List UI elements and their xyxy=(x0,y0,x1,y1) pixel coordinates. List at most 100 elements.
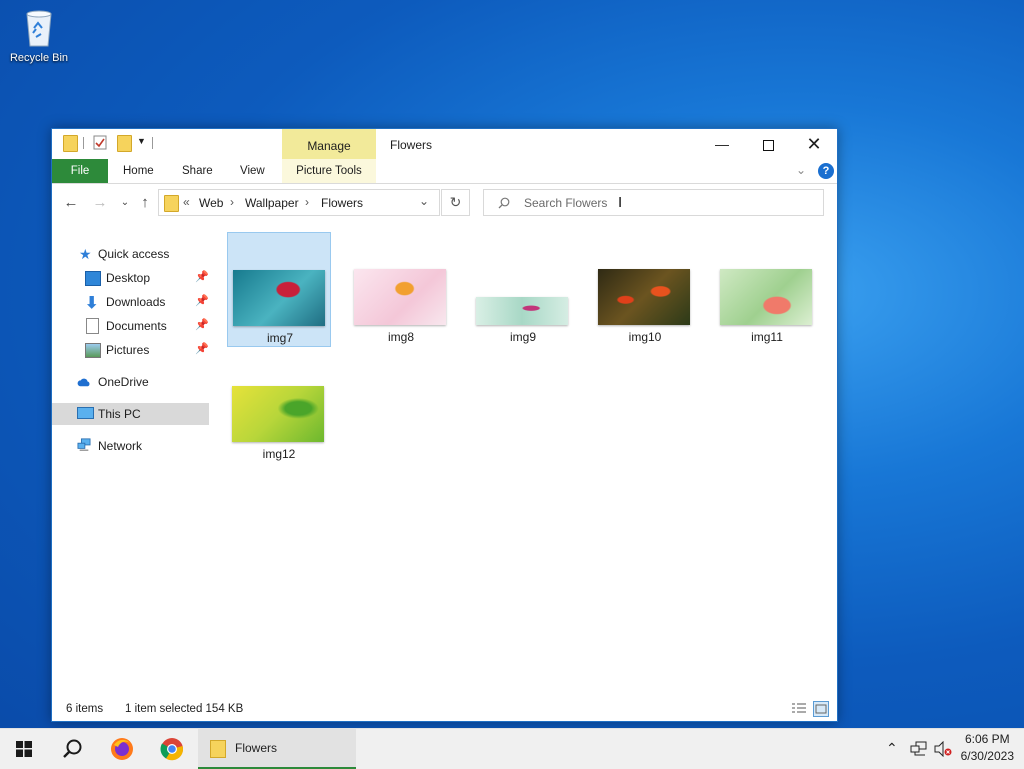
breadcrumb-flowers[interactable]: Flowers xyxy=(321,196,363,210)
window-title: Flowers xyxy=(390,138,433,152)
ribbon: File Home Share View Picture Tools ⌄ ? xyxy=(52,159,837,184)
file-tile[interactable]: img11 xyxy=(715,232,819,347)
nav-label: Pictures xyxy=(106,343,150,357)
qat-dropdown-icon[interactable]: ▼ xyxy=(137,136,146,146)
breadcrumb-separator: › xyxy=(230,195,234,209)
ribbon-tab-share[interactable]: Share xyxy=(182,159,213,183)
file-name: img10 xyxy=(628,330,662,344)
search-icon xyxy=(63,739,82,758)
thumbnail-img8 xyxy=(354,269,446,325)
thumbnail-img12 xyxy=(232,386,324,442)
windows-logo-icon xyxy=(16,741,32,757)
details-view-button[interactable] xyxy=(791,701,807,717)
file-name: img12 xyxy=(262,447,296,461)
status-bar: 6 items 1 item selected 154 KB xyxy=(52,699,837,721)
address-dropdown-icon[interactable]: ⌄ xyxy=(419,194,429,208)
recycle-bin-label: Recycle Bin xyxy=(9,52,69,64)
help-button[interactable]: ? xyxy=(818,163,834,179)
minimize-button[interactable]: — xyxy=(699,129,745,159)
nav-item-pictures[interactable]: Pictures 📌 xyxy=(52,339,209,361)
thumbnail-img10 xyxy=(598,269,690,325)
system-clock[interactable]: 6:06 PM 6/30/2023 xyxy=(961,731,1014,765)
file-name: img7 xyxy=(266,331,293,345)
ribbon-tab-picture-tools[interactable]: Picture Tools xyxy=(282,159,376,183)
clock-time: 6:06 PM xyxy=(964,732,1010,746)
ribbon-tab-view[interactable]: View xyxy=(240,159,265,183)
cloud-icon xyxy=(77,378,90,387)
file-explorer-taskbar-button[interactable]: Flowers xyxy=(198,729,356,769)
nav-item-quick-access[interactable]: ★ Quick access xyxy=(52,243,209,265)
qat-new-folder-icon[interactable] xyxy=(117,135,132,152)
nav-label: Quick access xyxy=(98,247,170,261)
ribbon-tab-manage[interactable]: Manage xyxy=(282,129,376,159)
pin-icon: 📌 xyxy=(195,343,209,355)
ribbon-tab-file[interactable]: File xyxy=(52,159,108,183)
recycle-bin[interactable]: Recycle Bin xyxy=(8,6,70,64)
nav-label: OneDrive xyxy=(98,375,149,389)
up-arrow-icon[interactable]: ↑ xyxy=(134,192,156,214)
ribbon-tab-home[interactable]: Home xyxy=(123,159,154,183)
network-icon[interactable] xyxy=(910,741,928,757)
pictures-icon xyxy=(85,343,101,358)
volume-muted-icon[interactable] xyxy=(934,741,952,757)
file-tile[interactable]: img10 xyxy=(593,232,697,347)
show-hidden-icons-chevron-icon[interactable]: ⌃ xyxy=(886,740,898,757)
chrome-icon xyxy=(160,738,184,761)
search-box[interactable]: Search Flowers I xyxy=(483,189,824,216)
nav-item-onedrive[interactable]: OneDrive xyxy=(52,371,209,393)
breadcrumb-overflow[interactable]: « xyxy=(183,195,190,209)
computer-icon xyxy=(77,407,94,419)
text-cursor-icon: I xyxy=(618,194,623,211)
breadcrumb-wallpaper[interactable]: Wallpaper xyxy=(245,196,299,210)
firefox-icon xyxy=(111,738,133,760)
file-tile[interactable]: img7 xyxy=(227,232,331,347)
chrome-taskbar-button[interactable] xyxy=(148,729,196,769)
search-button[interactable] xyxy=(48,729,96,769)
start-button[interactable] xyxy=(0,729,48,769)
download-arrow-icon: ⬇ xyxy=(85,295,99,312)
file-explorer-window: ▼ Manage Flowers — ✕ File Home Share Vie… xyxy=(51,128,838,722)
pin-icon: 📌 xyxy=(195,319,209,331)
ribbon-expand-icon[interactable]: ⌄ xyxy=(796,163,806,177)
clock-date: 6/30/2023 xyxy=(960,749,1014,763)
file-tile[interactable]: img8 xyxy=(349,232,453,347)
close-button[interactable]: ✕ xyxy=(791,129,837,159)
file-tile[interactable]: img9 xyxy=(471,232,575,347)
recent-locations-icon[interactable]: ⌄ xyxy=(114,192,136,214)
navigation-bar: ← → ⌄ ↑ « Web › Wallpaper › Flowers ⌄ ↻ … xyxy=(52,184,837,222)
nav-label: Network xyxy=(98,439,143,453)
thumbnail-img9 xyxy=(476,297,568,325)
refresh-button[interactable]: ↻ xyxy=(441,189,470,216)
desktop-icon xyxy=(85,271,101,286)
address-folder-icon xyxy=(164,195,179,212)
taskbar-item-label: Flowers xyxy=(235,741,278,755)
item-count: 6 items xyxy=(66,703,104,715)
nav-label: This PC xyxy=(98,407,141,421)
back-arrow-icon[interactable]: ← xyxy=(60,192,82,214)
nav-item-network[interactable]: Network xyxy=(52,435,209,457)
nav-item-documents[interactable]: Documents 📌 xyxy=(52,315,209,337)
qat-properties-icon[interactable] xyxy=(93,135,107,153)
breadcrumb-web[interactable]: Web xyxy=(199,196,223,210)
qat-separator-2 xyxy=(152,137,153,149)
file-tile[interactable]: img12 xyxy=(227,349,331,464)
file-name: img9 xyxy=(509,330,536,344)
maximize-button[interactable] xyxy=(745,129,791,159)
firefox-taskbar-button[interactable] xyxy=(98,729,146,769)
address-bar[interactable]: « Web › Wallpaper › Flowers ⌄ xyxy=(158,189,440,216)
file-name: img11 xyxy=(751,330,783,344)
search-input[interactable]: Search Flowers xyxy=(524,196,607,210)
nav-item-this-pc[interactable]: This PC xyxy=(52,403,209,425)
star-icon: ★ xyxy=(79,246,92,262)
recycle-bin-icon xyxy=(26,10,52,47)
search-icon xyxy=(498,197,510,209)
nav-item-desktop[interactable]: Desktop 📌 xyxy=(52,267,209,289)
title-bar: ▼ Manage Flowers — ✕ xyxy=(52,129,837,159)
qat-separator xyxy=(83,137,84,149)
nav-item-downloads[interactable]: ⬇ Downloads 📌 xyxy=(52,291,209,313)
pin-icon: 📌 xyxy=(195,271,209,283)
folder-icon xyxy=(210,740,226,758)
large-icons-view-button[interactable] xyxy=(813,701,829,717)
file-name: img8 xyxy=(387,330,414,344)
forward-arrow-icon[interactable]: → xyxy=(89,192,111,214)
